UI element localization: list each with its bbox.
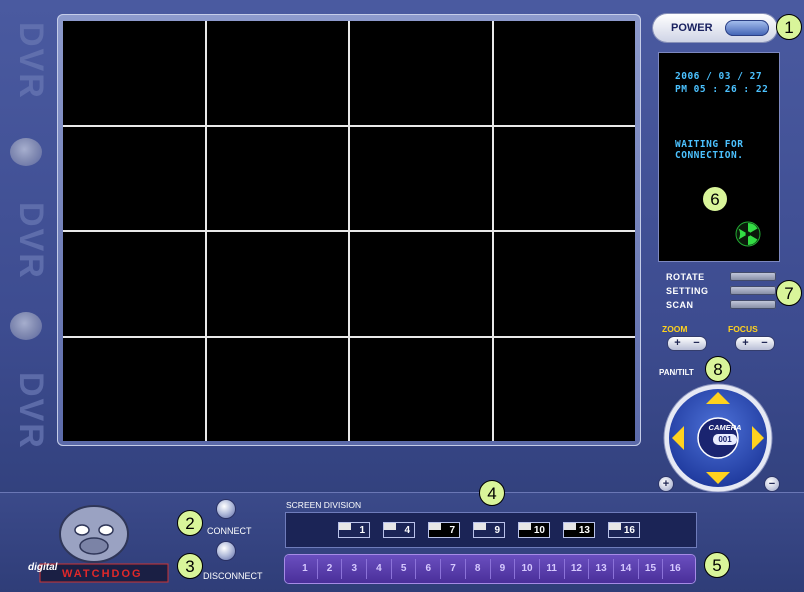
zoom-control: + −: [668, 337, 706, 350]
status-time: PM 05 : 26 : 22: [675, 84, 769, 95]
video-cell[interactable]: [493, 337, 635, 441]
pantilt-plus-button[interactable]: +: [659, 477, 673, 491]
radiation-connection-icon: [735, 221, 761, 247]
division-13-button[interactable]: 13: [563, 522, 595, 538]
scan-button[interactable]: [730, 300, 776, 309]
division-7-button[interactable]: 7: [428, 522, 460, 538]
connect-button[interactable]: [217, 500, 235, 518]
callout-marker: 4: [479, 480, 505, 506]
camera-button[interactable]: 6: [415, 559, 440, 579]
setting-label: SETTING: [666, 286, 709, 296]
camera-button[interactable]: 12: [563, 559, 589, 579]
camera-button[interactable]: 16: [662, 559, 687, 579]
focus-in-button[interactable]: +: [736, 337, 755, 350]
video-cell[interactable]: [63, 126, 205, 230]
zoom-in-button[interactable]: +: [668, 337, 687, 350]
disconnect-button[interactable]: [217, 542, 235, 560]
callout-marker: 5: [704, 552, 730, 578]
division-10-label: 10: [533, 525, 545, 536]
division-1-button[interactable]: 1: [338, 522, 370, 538]
video-cell[interactable]: [63, 337, 205, 441]
camera-button[interactable]: 5: [390, 559, 416, 579]
video-cell[interactable]: [493, 126, 635, 230]
video-cell[interactable]: [206, 126, 348, 230]
division-1-label: 1: [359, 525, 365, 536]
camera-button[interactable]: 10: [514, 559, 539, 579]
division-16-button[interactable]: 16: [608, 522, 640, 538]
side-dvr-text: DVR: [12, 22, 50, 100]
camera-button[interactable]: 2: [316, 559, 342, 579]
status-message-line2: CONNECTION.: [675, 150, 744, 161]
bulldog-emblem-icon: [10, 312, 42, 340]
power-label: POWER: [671, 22, 713, 34]
camera-select-strip: 1 2 3 4 5 6 7 8 9 10 11 12 13 14 15 16: [285, 555, 695, 583]
connect-label: CONNECT: [207, 526, 252, 536]
division-9-label: 9: [494, 525, 500, 536]
callout-marker: 2: [177, 510, 203, 536]
video-cell[interactable]: [206, 21, 348, 125]
rotate-label: ROTATE: [666, 272, 705, 282]
scan-label: SCAN: [666, 300, 694, 310]
camera-button[interactable]: 1: [293, 559, 317, 579]
bulldog-emblem-icon: [10, 138, 42, 166]
video-cell[interactable]: [63, 232, 205, 336]
callout-marker: 8: [705, 356, 731, 382]
callout-marker: 3: [177, 553, 203, 579]
side-decoration: DVR DVR DVR: [0, 0, 56, 470]
status-message-line1: WAITING FOR: [675, 139, 744, 150]
camera-button[interactable]: 9: [489, 559, 515, 579]
video-cell[interactable]: [206, 232, 348, 336]
video-cell[interactable]: [493, 21, 635, 125]
camera-button[interactable]: 15: [637, 559, 663, 579]
camera-button[interactable]: 8: [464, 559, 490, 579]
screen-division-label: SCREEN DIVISION: [286, 500, 362, 510]
division-9-button[interactable]: 9: [473, 522, 505, 538]
camera-button[interactable]: 14: [612, 559, 638, 579]
division-4-button[interactable]: 4: [383, 522, 415, 538]
division-13-label: 13: [578, 525, 590, 536]
disconnect-label: DISCONNECT: [203, 571, 263, 581]
video-cell[interactable]: [206, 337, 348, 441]
division-16-label: 16: [623, 525, 635, 536]
power-control: POWER: [653, 14, 777, 42]
logo-watchdog-text: WATCHDOG: [62, 568, 143, 580]
camera-label: CAMERA: [708, 423, 742, 432]
callout-marker: 7: [776, 280, 802, 306]
zoom-out-button[interactable]: −: [687, 337, 706, 350]
setting-button[interactable]: [730, 286, 776, 295]
power-button[interactable]: [725, 20, 769, 36]
focus-out-button[interactable]: −: [755, 337, 774, 350]
division-10-button[interactable]: 10: [518, 522, 550, 538]
rotate-button[interactable]: [730, 272, 776, 281]
callout-marker: 1: [776, 14, 802, 40]
dvr-app-window: DVR DVR DVR POWER 2006 / 03 / 27 PM 05 :…: [0, 0, 804, 592]
callout-marker: 6: [702, 186, 728, 212]
division-4-label: 4: [404, 525, 410, 536]
focus-label: FOCUS: [728, 324, 758, 334]
camera-button[interactable]: 13: [588, 559, 613, 579]
video-cell[interactable]: [350, 21, 492, 125]
status-date: 2006 / 03 / 27: [675, 71, 763, 82]
screen-division-panel: 1 4 7 9 10 13 16: [285, 512, 697, 548]
logo-digital-text: digital: [28, 562, 58, 573]
video-cell[interactable]: [63, 21, 205, 125]
video-cell[interactable]: [350, 337, 492, 441]
camera-button[interactable]: 11: [538, 559, 564, 579]
pantilt-label: PAN/TILT: [659, 368, 694, 377]
video-cell[interactable]: [493, 232, 635, 336]
side-dvr-text: DVR: [12, 202, 50, 280]
division-7-label: 7: [449, 525, 455, 536]
camera-button[interactable]: 4: [366, 559, 391, 579]
focus-control: + −: [736, 337, 774, 350]
camera-button[interactable]: 3: [341, 559, 366, 579]
video-cell[interactable]: [350, 126, 492, 230]
video-grid[interactable]: [63, 21, 635, 441]
camera-number-display: 001: [713, 434, 737, 445]
zoom-label: ZOOM: [662, 324, 688, 334]
status-display: 2006 / 03 / 27 PM 05 : 26 : 22 WAITING F…: [658, 52, 780, 262]
camera-button[interactable]: 7: [440, 559, 465, 579]
side-dvr-text: DVR: [12, 372, 50, 450]
pantilt-minus-button[interactable]: −: [765, 477, 779, 491]
video-cell[interactable]: [350, 232, 492, 336]
